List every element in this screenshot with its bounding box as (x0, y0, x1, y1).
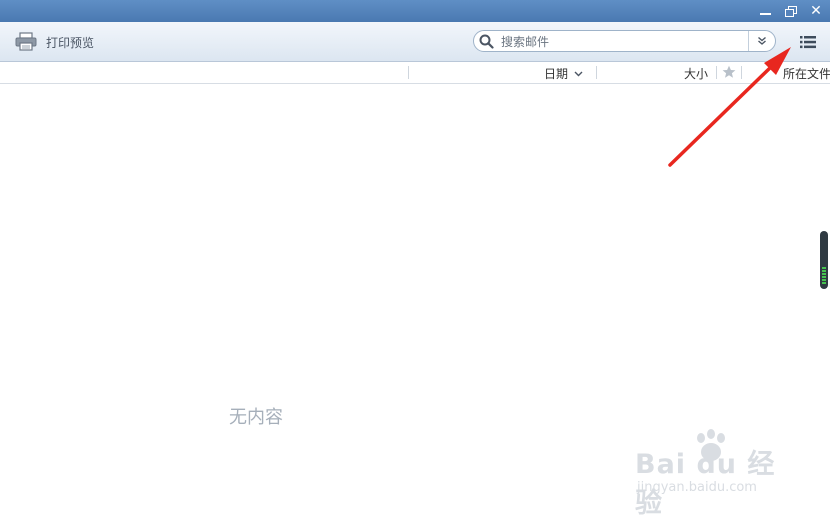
chevron-down-icon (574, 71, 583, 76)
print-preview-button[interactable]: 打印预览 (14, 31, 94, 53)
scroll-grip (822, 267, 826, 285)
watermark-url: jingyan.baidu.com (637, 480, 757, 495)
column-star[interactable] (722, 65, 736, 82)
column-separator[interactable] (741, 66, 742, 79)
empty-state-message: 无内容 (229, 407, 283, 428)
column-header: 日期 大小 所在文件 (0, 62, 830, 84)
column-size-label: 大小 (684, 67, 709, 81)
scrollbar-thumb[interactable] (820, 231, 828, 289)
search-box[interactable] (473, 30, 776, 52)
column-folder-label: 所在文件 (783, 67, 830, 81)
search-options-button[interactable] (748, 31, 775, 51)
column-separator[interactable] (408, 66, 409, 79)
print-preview-label: 打印预览 (46, 35, 95, 50)
restore-button[interactable] (781, 2, 799, 20)
search-input[interactable] (499, 33, 751, 51)
minimize-button[interactable] (756, 2, 774, 20)
minimize-icon (759, 13, 771, 15)
list-view-icon (800, 36, 816, 49)
printer-icon (15, 32, 37, 51)
column-separator[interactable] (716, 66, 717, 79)
column-folder[interactable]: 所在文件 (783, 65, 830, 82)
column-date[interactable]: 日期 (544, 65, 583, 82)
restore-icon (784, 6, 797, 17)
double-chevron-down-icon (758, 36, 766, 45)
close-button[interactable]: ✕ (807, 2, 825, 20)
search-icon (479, 34, 494, 49)
column-size[interactable]: 大小 (684, 65, 708, 82)
column-date-label: 日期 (544, 67, 569, 81)
star-icon (722, 65, 736, 78)
baidu-watermark: Bai du 经验 jingyan.baidu.com (635, 428, 795, 519)
window-title-bar: ✕ (0, 0, 830, 22)
list-view-button[interactable] (799, 34, 817, 50)
column-separator[interactable] (596, 66, 597, 79)
toolbar: 打印预览 (0, 22, 830, 62)
